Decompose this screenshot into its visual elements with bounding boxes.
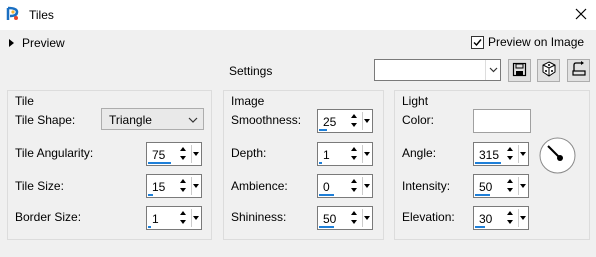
slider-dropdown-icon[interactable] <box>191 177 200 195</box>
tile-angularity-value: 75 <box>152 148 166 162</box>
save-preset-button[interactable] <box>508 59 531 82</box>
light-group-title: Light <box>402 94 429 108</box>
ambience-bar <box>319 194 334 196</box>
tile-angularity-label: Tile Angularity: <box>15 146 94 160</box>
elevation-label: Elevation: <box>402 210 455 224</box>
tile-size-bar <box>148 194 153 196</box>
close-icon <box>575 8 587 23</box>
slider-dropdown-icon[interactable] <box>518 177 527 195</box>
preview-on-image-checkbox[interactable] <box>471 35 484 49</box>
tile-shape-label: Tile Shape: <box>15 113 76 127</box>
preview-label: Preview <box>22 36 65 50</box>
tile-angularity-spinner[interactable]: 75 <box>146 142 202 166</box>
tile-size-value: 15 <box>152 180 166 194</box>
border-size-label: Border Size: <box>15 210 82 224</box>
ambience-spinner[interactable]: 0 <box>317 174 373 198</box>
spin-arrows-icon[interactable] <box>505 176 517 196</box>
border-size-value: 1 <box>152 212 159 226</box>
shininess-spinner[interactable]: 50 <box>317 206 373 230</box>
shininess-label: Shininess: <box>231 210 287 224</box>
spin-arrows-icon[interactable] <box>505 208 517 228</box>
spin-arrows-icon[interactable] <box>349 208 361 228</box>
slider-dropdown-icon[interactable] <box>362 112 371 130</box>
depth-value: 1 <box>323 148 330 162</box>
title-bar: Tiles <box>0 0 596 30</box>
elevation-bar <box>475 226 485 228</box>
window-title: Tiles <box>29 8 54 22</box>
intensity-value: 50 <box>479 180 493 194</box>
smoothness-spinner[interactable]: 25 <box>317 109 373 133</box>
intensity-bar <box>475 194 490 196</box>
border-size-spinner[interactable]: 1 <box>146 206 202 230</box>
light-angle-value: 315 <box>479 148 500 162</box>
slider-dropdown-icon[interactable] <box>518 209 527 227</box>
shininess-value: 50 <box>323 212 337 226</box>
light-angle-spinner[interactable]: 315 <box>473 142 529 166</box>
tile-shape-value: Triangle <box>109 113 152 127</box>
chevron-down-icon <box>485 60 500 80</box>
light-angle-bar <box>475 162 501 164</box>
shininess-bar <box>319 226 334 228</box>
smoothness-label: Smoothness: <box>231 113 302 127</box>
tile-angularity-bar <box>148 162 171 164</box>
intensity-label: Intensity: <box>402 179 451 193</box>
tile-shape-select[interactable]: Triangle <box>101 108 204 130</box>
ambience-value: 0 <box>323 180 330 194</box>
settings-preset-select[interactable] <box>374 59 501 81</box>
app-logo-icon <box>5 6 21 22</box>
slider-dropdown-icon[interactable] <box>362 177 371 195</box>
expand-arrow-icon <box>9 39 14 47</box>
spin-arrows-icon[interactable] <box>178 176 190 196</box>
preview-expander[interactable]: Preview <box>8 35 65 51</box>
spin-arrows-icon[interactable] <box>349 111 361 131</box>
slider-dropdown-icon[interactable] <box>518 145 527 163</box>
save-preset-icon <box>512 62 527 80</box>
spin-arrows-icon[interactable] <box>349 176 361 196</box>
spin-arrows-icon[interactable] <box>349 144 361 164</box>
elevation-value: 30 <box>479 212 493 226</box>
depth-spinner[interactable]: 1 <box>317 142 373 166</box>
tile-group-title: Tile <box>15 94 34 108</box>
preview-on-image-label: Preview on Image <box>488 35 585 49</box>
reset-icon <box>571 61 587 80</box>
slider-dropdown-icon[interactable] <box>191 209 200 227</box>
tile-size-label: Tile Size: <box>15 179 64 193</box>
slider-dropdown-icon[interactable] <box>362 145 371 163</box>
smoothness-bar <box>319 129 327 131</box>
intensity-spinner[interactable]: 50 <box>473 174 529 198</box>
spin-arrows-icon[interactable] <box>505 144 517 164</box>
elevation-spinner[interactable]: 30 <box>473 206 529 230</box>
depth-label: Depth: <box>231 146 267 160</box>
settings-label: Settings <box>229 64 273 78</box>
light-angle-dial[interactable] <box>539 137 576 174</box>
ambience-label: Ambience: <box>231 179 288 193</box>
border-size-bar <box>148 226 151 228</box>
chevron-down-icon <box>188 113 198 127</box>
slider-dropdown-icon[interactable] <box>191 145 200 163</box>
spin-arrows-icon[interactable] <box>178 208 190 228</box>
tile-size-spinner[interactable]: 15 <box>146 174 202 198</box>
preview-on-image-option[interactable]: Preview on Image <box>471 35 584 49</box>
depth-bar <box>319 162 322 164</box>
reset-button[interactable] <box>567 59 590 82</box>
light-color-label: Color: <box>402 113 435 127</box>
light-color-swatch[interactable] <box>473 109 531 133</box>
slider-dropdown-icon[interactable] <box>362 209 371 227</box>
smoothness-value: 25 <box>323 115 337 129</box>
randomize-dice-icon <box>541 61 557 80</box>
light-angle-label: Angle: <box>402 146 437 160</box>
spin-arrows-icon[interactable] <box>178 144 190 164</box>
close-button[interactable] <box>566 0 596 30</box>
randomize-button[interactable] <box>537 59 560 82</box>
image-group-title: Image <box>231 94 265 108</box>
